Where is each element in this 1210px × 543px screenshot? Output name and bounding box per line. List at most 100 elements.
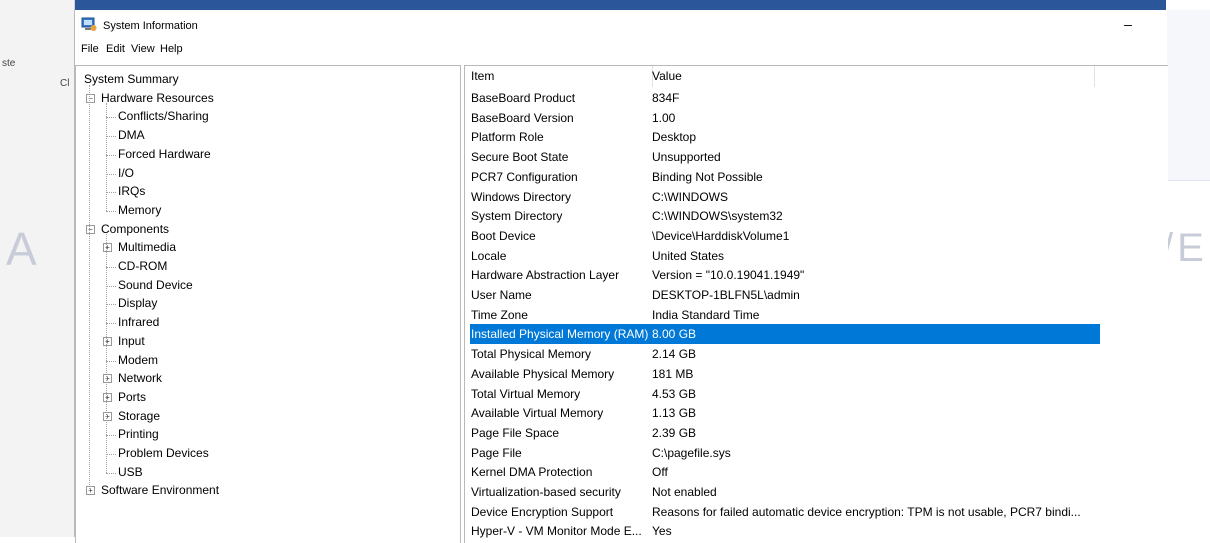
column-header-value[interactable]: Value [652,66,1095,87]
cell-item: Available Physical Memory [471,366,615,381]
cell-item: Page File Space [471,425,560,440]
tree-item[interactable]: Network [118,369,162,388]
tree-connector [106,173,116,175]
tree-item[interactable]: Ports [118,388,146,407]
table-row[interactable]: Windows Directory C:\WINDOWS [465,187,1168,207]
cell-item: Secure Boot State [471,150,569,165]
tree-item[interactable]: USB [118,463,143,482]
cell-item: Locale [471,248,507,263]
expand-icon[interactable]: + [86,486,95,496]
table-row[interactable]: Hyper-V - VM Monitor Mode E... Yes [465,521,1168,541]
cell-value: Unsupported [652,150,721,165]
tree-item[interactable]: Printing [118,425,159,444]
table-row[interactable]: PCR7 Configuration Binding Not Possible [465,167,1168,187]
system-information-window: System Information – File Edit View Help… [74,10,1168,543]
table-row[interactable]: Boot Device \Device\HarddiskVolume1 [465,226,1168,246]
cell-value: C:\WINDOWS\system32 [652,209,783,224]
tree-item[interactable]: I/O [118,164,134,183]
tree-item[interactable]: Multimedia [118,238,176,257]
cell-value: 1.13 GB [652,406,697,421]
menu-edit[interactable]: Edit [106,43,125,55]
tree-item[interactable]: CD-ROM [118,257,167,276]
table-row[interactable]: Virtualization-based security Not enabled [465,482,1168,502]
tree-item[interactable]: System Summary [84,70,179,89]
table-row[interactable]: Total Physical Memory 2.14 GB [465,344,1168,364]
tree-item-label: Input [118,333,145,348]
expand-icon[interactable]: + [103,243,112,253]
tree-item[interactable]: Input [118,332,145,351]
tree-item-label: Printing [118,427,159,442]
tree-item[interactable]: Display [118,294,157,313]
table-row[interactable]: Platform Role Desktop [465,127,1168,147]
collapse-icon[interactable]: − [86,93,95,103]
tree-item-label: Storage [118,408,161,423]
tree-item[interactable]: Sound Device [118,276,193,295]
tree-connector [106,435,116,437]
table-row[interactable]: Time Zone India Standard Time [465,305,1168,325]
tree-item[interactable]: Hardware Resources [101,89,214,108]
tree-item-label: Forced Hardware [118,146,211,161]
menu-help[interactable]: Help [160,43,183,55]
tree-connector [106,210,116,212]
tree-item[interactable]: Forced Hardware [118,145,211,164]
cell-item: Available Virtual Memory [471,406,604,421]
background-ribbon [44,0,1166,10]
collapse-icon[interactable]: − [86,224,95,234]
expand-icon[interactable]: + [103,392,112,402]
cell-value: C:\pagefile.sys [652,445,731,460]
cell-value: United States [652,248,725,263]
cell-value: 834F [652,91,680,105]
table-row[interactable]: Secure Boot State Unsupported [465,147,1168,167]
cell-item: Hyper-V - VM Monitor Mode E... [471,524,642,539]
table-row[interactable]: Total Virtual Memory 4.53 GB [465,384,1168,404]
expand-icon[interactable]: + [103,411,112,421]
tree-item[interactable]: Modem [118,351,158,370]
menu-view[interactable]: View [131,43,155,55]
table-row[interactable]: Hardware Abstraction Layer Version = "10.… [465,265,1168,285]
tree-item[interactable]: Components [101,220,169,239]
category-tree[interactable]: System Summary Hardware Resources − Conflic… [75,65,461,543]
tree-item[interactable]: Conflicts/Sharing [118,107,209,126]
column-header-item[interactable]: Item [465,66,653,87]
cell-value: DESKTOP-1BLFN5L\admin [652,288,800,302]
tree-item[interactable]: Infrared [118,313,159,332]
minimize-button[interactable]: – [1115,14,1141,36]
table-row[interactable]: Device Encryption Support Reasons for fai… [465,502,1168,522]
details-list[interactable]: Item Value BaseBoard Product 834F BaseBoar… [464,65,1168,543]
table-row[interactable]: BaseBoard Product 834F [465,88,1168,108]
tree-item[interactable]: DMA [118,126,145,145]
tree-item[interactable]: Software Environment [101,481,219,500]
cell-item: Installed Physical Memory (RAM) [471,327,649,342]
table-row[interactable]: Locale United States [465,246,1168,266]
tree-connector [106,234,107,473]
tree-item[interactable]: Problem Devices [118,444,209,463]
title-bar[interactable]: System Information – [75,10,1167,40]
cell-value: 4.53 GB [652,386,697,401]
cell-item: System Directory [471,209,563,224]
table-row[interactable]: Available Virtual Memory 1.13 GB [465,403,1168,423]
cell-value: Off [652,465,668,480]
tree-item[interactable]: IRQs [118,182,145,201]
table-row[interactable]: Kernel DMA Protection Off [465,462,1168,482]
table-row[interactable]: Page File C:\pagefile.sys [465,443,1168,463]
table-row[interactable]: Page File Space 2.39 GB [465,423,1168,443]
table-row[interactable]: System Directory C:\WINDOWS\system32 [465,206,1168,226]
table-row[interactable]: Available Physical Memory 181 MB [465,364,1168,384]
tree-item-label: Software Environment [101,483,220,498]
watermark-right: /E [1162,226,1208,270]
table-row[interactable]: User Name DESKTOP-1BLFN5L\admin [465,285,1168,305]
cell-item: Boot Device [471,228,536,243]
cell-value: Reasons for failed automatic device encr… [652,504,1081,519]
tree-item-label: USB [118,464,143,479]
table-row[interactable]: BaseBoard Version 1.00 [465,108,1168,128]
expand-icon[interactable]: + [103,336,112,346]
table-row-selected[interactable]: Installed Physical Memory (RAM) 8.00 GB [465,324,1168,345]
expand-icon[interactable]: + [103,374,112,384]
tree-item-label: Modem [118,352,159,367]
tree-item-label: Network [118,371,163,386]
menu-file[interactable]: File [81,43,99,55]
tree-connector [106,192,116,194]
tree-item[interactable]: Storage [118,407,160,426]
tree-item-label: Memory [118,202,162,217]
tree-item[interactable]: Memory [118,201,161,220]
